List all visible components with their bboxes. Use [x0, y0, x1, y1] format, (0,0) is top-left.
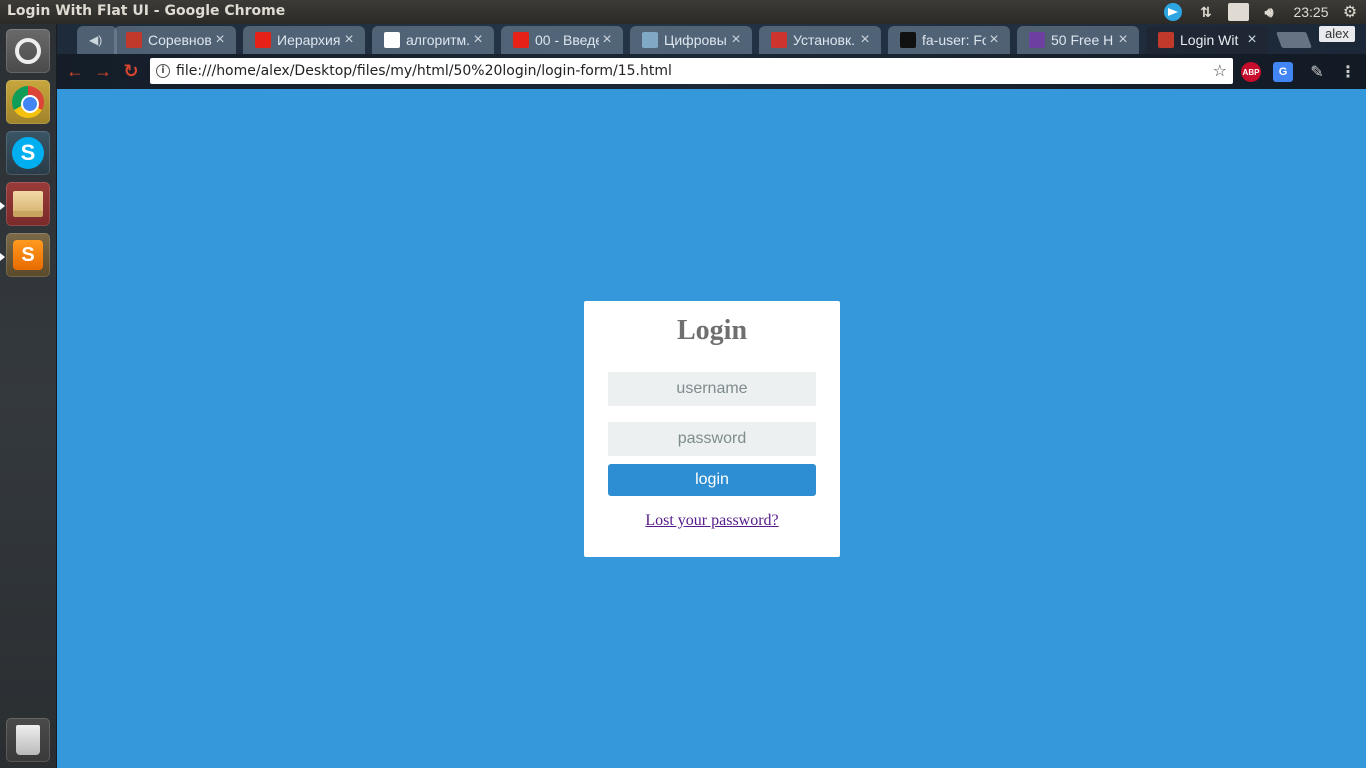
google-translate-icon[interactable]: G: [1273, 62, 1293, 82]
chart-favicon: [126, 32, 142, 48]
colorlib-favicon: [1029, 32, 1045, 48]
youtube-favicon: [255, 32, 271, 48]
tab-strip: ◀) Соревнов × Иерархия × алгоритм. × 00 - Введ…: [57, 24, 1366, 54]
close-icon[interactable]: ×: [857, 31, 873, 49]
files-icon[interactable]: [6, 182, 50, 226]
username-input[interactable]: [608, 372, 816, 406]
browser-tab[interactable]: Login Wit ×: [1146, 26, 1268, 54]
tab-label: Login Wit: [1180, 32, 1239, 48]
tab-label: Цифровы: [664, 32, 727, 48]
running-indicator: [0, 202, 5, 210]
clock[interactable]: 23:25: [1289, 2, 1333, 22]
network-icon[interactable]: ⇅: [1196, 2, 1216, 22]
gear-icon[interactable]: ⚙: [1340, 2, 1360, 22]
tab-label: Иерархия: [277, 32, 341, 48]
page-title: Login: [676, 315, 748, 346]
url-input[interactable]: [176, 60, 1196, 82]
bookmark-star-icon[interactable]: ☆: [1213, 61, 1227, 80]
top-panel: Login With Flat UI - Google Chrome ⇅ En …: [0, 0, 1366, 24]
telegram-icon[interactable]: [1163, 2, 1183, 22]
browser-tab[interactable]: алгоритм. ×: [372, 26, 494, 54]
tab-label: алгоритм.: [406, 32, 470, 48]
ruby-favicon: [771, 32, 787, 48]
chrome-icon[interactable]: [6, 80, 50, 124]
skype-icon[interactable]: S: [6, 131, 50, 175]
close-icon[interactable]: ×: [599, 31, 615, 49]
file-favicon: [1158, 32, 1174, 48]
login-button[interactable]: login: [608, 464, 816, 496]
close-icon[interactable]: ×: [341, 31, 357, 49]
sound-icon: ◀): [89, 33, 103, 47]
page-viewport: Login login Lost your password?: [57, 89, 1366, 768]
flag-favicon: [900, 32, 916, 48]
sublime-text-icon[interactable]: S: [6, 233, 50, 277]
tab-label: 50 Free H: [1051, 32, 1114, 48]
keyboard-language-indicator[interactable]: En: [1228, 3, 1249, 21]
tab-label: fa-user: Fo: [922, 32, 986, 48]
browser-tab[interactable]: fa-user: Fo ×: [888, 26, 1010, 54]
tab-label: Соревнов: [148, 32, 212, 48]
window-title: Login With Flat UI - Google Chrome: [7, 3, 286, 19]
browser-toolbar: ← → ↻ i ☆ ABP G ✎ ⋮: [57, 54, 1366, 89]
browser-tab[interactable]: Установк. ×: [759, 26, 881, 54]
close-icon[interactable]: ×: [728, 31, 744, 49]
tab-label: Установк.: [793, 32, 855, 48]
address-bar[interactable]: i ☆: [150, 58, 1233, 84]
menu-icon[interactable]: ⋮: [1338, 62, 1358, 82]
back-button[interactable]: ←: [64, 60, 86, 82]
browser-tab[interactable]: 50 Free H ×: [1017, 26, 1139, 54]
browser-tab[interactable]: Иерархия ×: [243, 26, 365, 54]
profile-button[interactable]: alex: [1319, 26, 1355, 42]
browser-tab[interactable]: Цифровы ×: [630, 26, 752, 54]
running-indicator: [0, 253, 5, 261]
color-picker-icon[interactable]: ✎: [1307, 62, 1327, 82]
forward-button[interactable]: →: [92, 60, 114, 82]
browser-tab[interactable]: Соревнов ×: [114, 26, 236, 54]
sound-icon[interactable]: 🔊︎: [1259, 2, 1279, 22]
adblock-plus-icon[interactable]: ABP: [1241, 62, 1261, 82]
close-icon[interactable]: ×: [1115, 31, 1131, 49]
password-input[interactable]: [608, 422, 816, 456]
tab-label: 00 - Введе: [535, 32, 599, 48]
browser-tab[interactable]: 00 - Введе ×: [501, 26, 623, 54]
trash-icon[interactable]: [6, 718, 50, 762]
youtube-favicon: [513, 32, 529, 48]
info-icon[interactable]: i: [156, 64, 170, 78]
close-icon[interactable]: ×: [470, 31, 486, 49]
close-icon[interactable]: ×: [212, 31, 228, 49]
close-icon[interactable]: ×: [986, 31, 1002, 49]
close-icon[interactable]: ×: [1244, 31, 1260, 49]
tab-audio[interactable]: ◀): [77, 26, 117, 54]
google-favicon: [384, 32, 400, 48]
lost-password-link[interactable]: Lost your password?: [584, 512, 840, 530]
login-card: Login login Lost your password?: [584, 301, 840, 557]
reload-button[interactable]: ↻: [120, 60, 142, 82]
dash-icon[interactable]: [6, 29, 50, 73]
h-favicon: [642, 32, 658, 48]
launcher: S S: [0, 24, 57, 768]
new-tab-button[interactable]: [1276, 32, 1312, 48]
